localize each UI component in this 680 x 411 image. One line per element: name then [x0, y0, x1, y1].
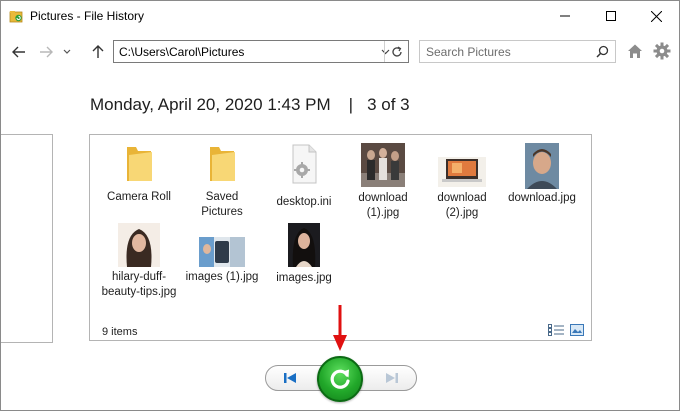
image-thumbnail — [118, 223, 160, 267]
up-arrow-icon — [92, 45, 104, 58]
file-item-download[interactable]: download.jpg — [504, 143, 580, 223]
next-icon — [386, 373, 398, 383]
next-version-button[interactable] — [379, 370, 405, 386]
file-item-camera-roll[interactable]: Camera Roll — [101, 143, 177, 223]
heading-separator: | — [348, 95, 354, 114]
restore-icon — [330, 369, 350, 389]
back-button[interactable] — [8, 39, 30, 65]
file-label: download (1).jpg — [358, 192, 408, 219]
previous-version-panel[interactable] — [1, 134, 53, 343]
previous-version-button[interactable] — [277, 370, 303, 386]
file-label: images.jpg — [276, 272, 332, 284]
backup-position: 3 of 3 — [367, 95, 410, 114]
file-history-window: Pictures - File History C:\Users\Carol\P… — [0, 0, 680, 411]
file-label: download.jpg — [508, 192, 576, 204]
file-item-saved-pictures[interactable]: Saved Pictures — [184, 143, 260, 223]
window-title: Pictures - File History — [30, 9, 145, 23]
maximize-icon — [606, 11, 616, 21]
folder-icon — [127, 147, 152, 181]
address-text: C:\Users\Carol\Pictures — [119, 45, 245, 59]
file-history-app-icon — [9, 11, 23, 23]
file-item-hilary-duff[interactable]: hilary-duff-beauty-tips.jpg — [101, 223, 177, 323]
file-item-download-2[interactable]: download (2).jpg — [424, 143, 500, 223]
image-thumbnail — [361, 143, 405, 187]
image-thumbnail — [525, 143, 559, 189]
item-count: 9 items — [102, 326, 138, 338]
file-label: hilary-duff-beauty-tips.jpg — [101, 271, 177, 298]
backup-date: Monday, April 20, 2020 1:43 PM — [90, 95, 331, 114]
recent-locations-button[interactable] — [60, 39, 74, 65]
home-icon[interactable] — [627, 43, 643, 59]
gear-icon[interactable] — [653, 42, 671, 60]
file-item-desktop-ini[interactable]: desktop.ini — [266, 143, 342, 223]
refresh-icon — [392, 45, 402, 57]
close-icon — [650, 10, 662, 22]
maximize-button[interactable] — [588, 1, 634, 31]
search-icon — [596, 45, 609, 58]
minimize-icon — [560, 15, 570, 17]
file-label: Camera Roll — [107, 191, 171, 203]
image-thumbnail — [438, 157, 486, 187]
title-bar: Pictures - File History — [1, 1, 679, 31]
image-thumbnail — [288, 223, 320, 267]
previous-icon — [284, 373, 296, 383]
search-placeholder: Search Pictures — [426, 45, 511, 59]
file-item-download-1[interactable]: download (1).jpg — [345, 143, 421, 223]
forward-button[interactable] — [35, 39, 57, 65]
minimize-button[interactable] — [542, 1, 588, 31]
chevron-down-icon — [63, 49, 71, 54]
back-arrow-icon — [12, 46, 25, 58]
file-label: desktop.ini — [276, 196, 332, 208]
refresh-button[interactable] — [384, 41, 409, 62]
forward-arrow-icon — [40, 46, 53, 58]
search-input[interactable]: Search Pictures — [419, 40, 616, 63]
close-button[interactable] — [633, 1, 679, 31]
file-item-images-1[interactable]: images (1).jpg — [184, 223, 260, 303]
file-item-images[interactable]: images.jpg — [266, 223, 342, 303]
restore-button[interactable] — [317, 356, 363, 402]
pointer-arrow-icon — [333, 305, 347, 351]
settings-file-icon — [292, 144, 317, 184]
image-thumbnail — [199, 237, 245, 267]
file-label: download (2).jpg — [437, 192, 487, 219]
navigation-toolbar: C:\Users\Carol\Pictures Search Pictures — [1, 39, 679, 65]
details-view-icon[interactable] — [548, 324, 564, 336]
folder-icon — [210, 147, 235, 181]
up-button[interactable] — [87, 39, 109, 65]
file-label: Saved Pictures — [201, 191, 243, 218]
file-label: images (1).jpg — [185, 271, 259, 283]
backup-heading: Monday, April 20, 2020 1:43 PM | 3 of 3 — [90, 95, 410, 115]
address-bar[interactable]: C:\Users\Carol\Pictures — [113, 40, 409, 63]
large-icons-view-icon[interactable] — [570, 324, 584, 336]
